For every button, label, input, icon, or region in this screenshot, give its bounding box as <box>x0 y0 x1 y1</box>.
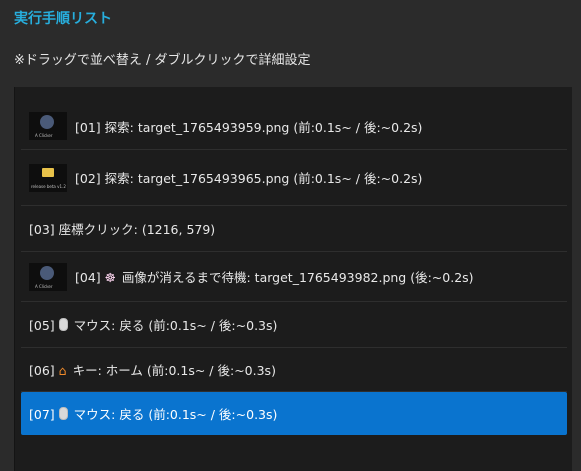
house-icon: ⌂ <box>58 363 67 378</box>
step-label-06: [06] ⌂ キー: ホーム (前:0.1s~ / 後:~0.3s) <box>29 363 276 378</box>
step-label: [02] 探索: target_1765493965.png (前:0.1s~ … <box>75 171 423 186</box>
target-thumbnail: release beta v1.2 <box>29 163 67 192</box>
step-item-01[interactable]: A Clicker [01] 探索: target_1765493959.png… <box>21 103 567 150</box>
main-window: 実行手順リスト ※ドラッグで並べ替え / ダブルクリックで詳細設定 A Clic… <box>0 0 581 471</box>
target-thumbnail: A Clicker <box>29 112 67 140</box>
target-thumbnail: A Clicker <box>29 262 67 291</box>
step-item-02[interactable]: release beta v1.2 [02] 探索: target_176549… <box>21 150 567 206</box>
step-label: [03] 座標クリック: (1216, 579) <box>29 222 216 237</box>
step-label-04: [04] ☸ 画像が消えるまで待機: target_1765493982.png … <box>75 270 474 285</box>
step-item-03[interactable]: [03] 座標クリック: (1216, 579) <box>21 206 567 252</box>
ghost-icon: ☸ <box>104 270 116 285</box>
step-item-06[interactable]: [06] ⌂ キー: ホーム (前:0.1s~ / 後:~0.3s) <box>21 348 567 392</box>
mouse-icon <box>58 407 68 420</box>
instruction-text: ※ドラッグで並べ替え / ダブルクリックで詳細設定 <box>14 53 311 68</box>
step-label-07: [07] マウス: 戻る (前:0.1s~ / 後:~0.3s) <box>29 407 278 422</box>
step-item-07[interactable]: [07] マウス: 戻る (前:0.1s~ / 後:~0.3s) <box>21 392 567 435</box>
step-label-05: [05] マウス: 戻る (前:0.1s~ / 後:~0.3s) <box>29 318 278 333</box>
step-item-04[interactable]: A Clicker [04] ☸ 画像が消えるまで待機: target_17654… <box>21 252 567 302</box>
mouse-icon <box>58 318 68 331</box>
step-label: [01] 探索: target_1765493959.png (前:0.1s~ … <box>75 119 423 135</box>
page-title: 実行手順リスト <box>14 11 112 27</box>
step-list[interactable]: A Clicker [01] 探索: target_1765493959.png… <box>14 87 572 471</box>
step-item-05[interactable]: [05] マウス: 戻る (前:0.1s~ / 後:~0.3s) <box>21 302 567 348</box>
